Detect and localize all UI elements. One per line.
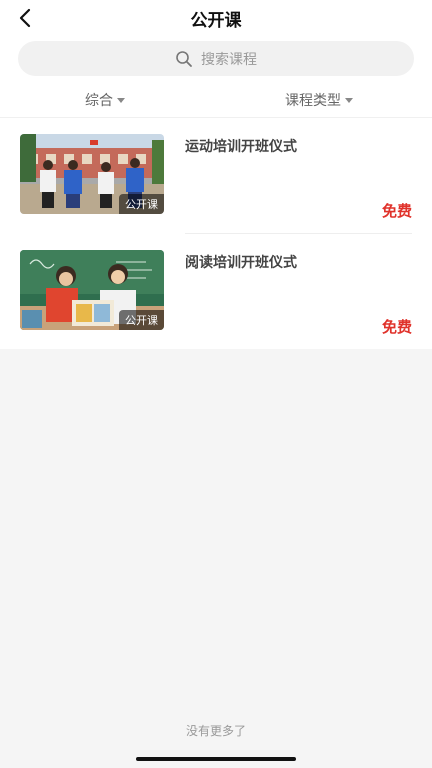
course-title: 阅读培训开班仪式	[185, 255, 297, 271]
course-badge: 公开课	[119, 310, 164, 330]
top-panel: 搜索课程 综合 课程类型	[0, 36, 432, 118]
list-item[interactable]: 公开课 运动培训开班仪式 免费	[0, 118, 432, 234]
search-input[interactable]: 搜索课程	[18, 41, 414, 76]
filter-course-type-label: 课程类型	[285, 93, 341, 109]
back-button[interactable]	[12, 4, 40, 32]
course-badge: 公开课	[119, 194, 164, 214]
course-thumbnail: 公开课	[20, 134, 164, 214]
caret-down-icon	[345, 97, 353, 103]
course-thumbnail: 公开课	[20, 250, 164, 330]
caret-down-icon	[117, 97, 125, 103]
filter-course-type[interactable]: 课程类型	[285, 90, 353, 110]
home-indicator[interactable]	[136, 757, 296, 761]
no-more-text: 没有更多了	[185, 724, 246, 738]
filter-sort[interactable]: 综合	[85, 90, 125, 110]
chevron-left-icon	[19, 8, 31, 28]
search-icon	[175, 50, 193, 68]
course-list: 公开课 运动培训开班仪式 免费 公开课 阅读培训开班仪式 免费	[0, 118, 432, 349]
search-placeholder: 搜索课程	[201, 51, 257, 68]
course-price: 免费	[381, 318, 412, 336]
filter-row: 综合 课程类型	[0, 82, 432, 116]
app-header: 公开课	[0, 0, 432, 36]
course-title: 运动培训开班仪式	[185, 139, 297, 155]
list-item[interactable]: 公开课 阅读培训开班仪式 免费	[0, 234, 432, 350]
filter-sort-label: 综合	[85, 93, 113, 109]
page-title: 公开课	[190, 10, 242, 31]
course-price: 免费	[381, 202, 412, 220]
